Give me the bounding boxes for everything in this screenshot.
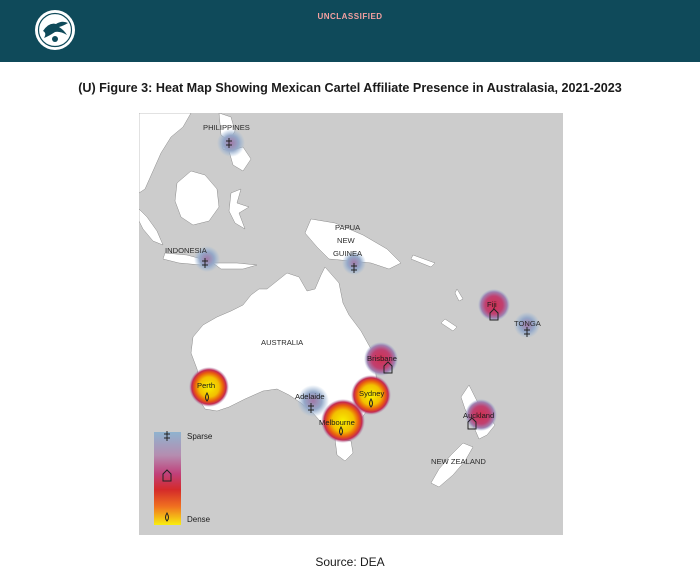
legend-sparse-label: Sparse [187,432,213,441]
classification-banner: UNCLASSIFIED [317,12,383,21]
legend-dense-label: Dense [187,515,211,524]
figure-source: Source: DEA [315,555,385,569]
label-fiji: Fiji [487,300,497,309]
label-sydney: Sydney [359,389,385,398]
label-png-line1: PAPUA [335,223,361,232]
label-tonga: TONGA [514,319,542,328]
label-adelaide: Adelaide [295,392,325,401]
label-indonesia: INDONESIA [165,246,208,255]
label-auckland: Auckland [463,411,494,420]
label-brisbane: Brisbane [367,354,397,363]
document-header: UNCLASSIFIED [0,0,700,62]
legend-gradient-bar [154,432,181,525]
heat-map: PHILIPPINES INDONESIA PAPUA NEW GUINEA A… [139,113,563,535]
label-png-line2: NEW [337,236,356,245]
label-png-line3: GUINEA [333,249,363,258]
label-perth: Perth [197,381,215,390]
figure-title: (U) Figure 3: Heat Map Showing Mexican C… [78,81,622,95]
label-new-zealand: NEW ZEALAND [431,457,486,466]
label-melbourne: Melbourne [319,418,355,427]
label-australia: AUSTRALIA [261,338,304,347]
label-philippines: PHILIPPINES [203,123,250,132]
heat-adelaide [297,385,329,417]
heat-philippines [217,129,245,157]
